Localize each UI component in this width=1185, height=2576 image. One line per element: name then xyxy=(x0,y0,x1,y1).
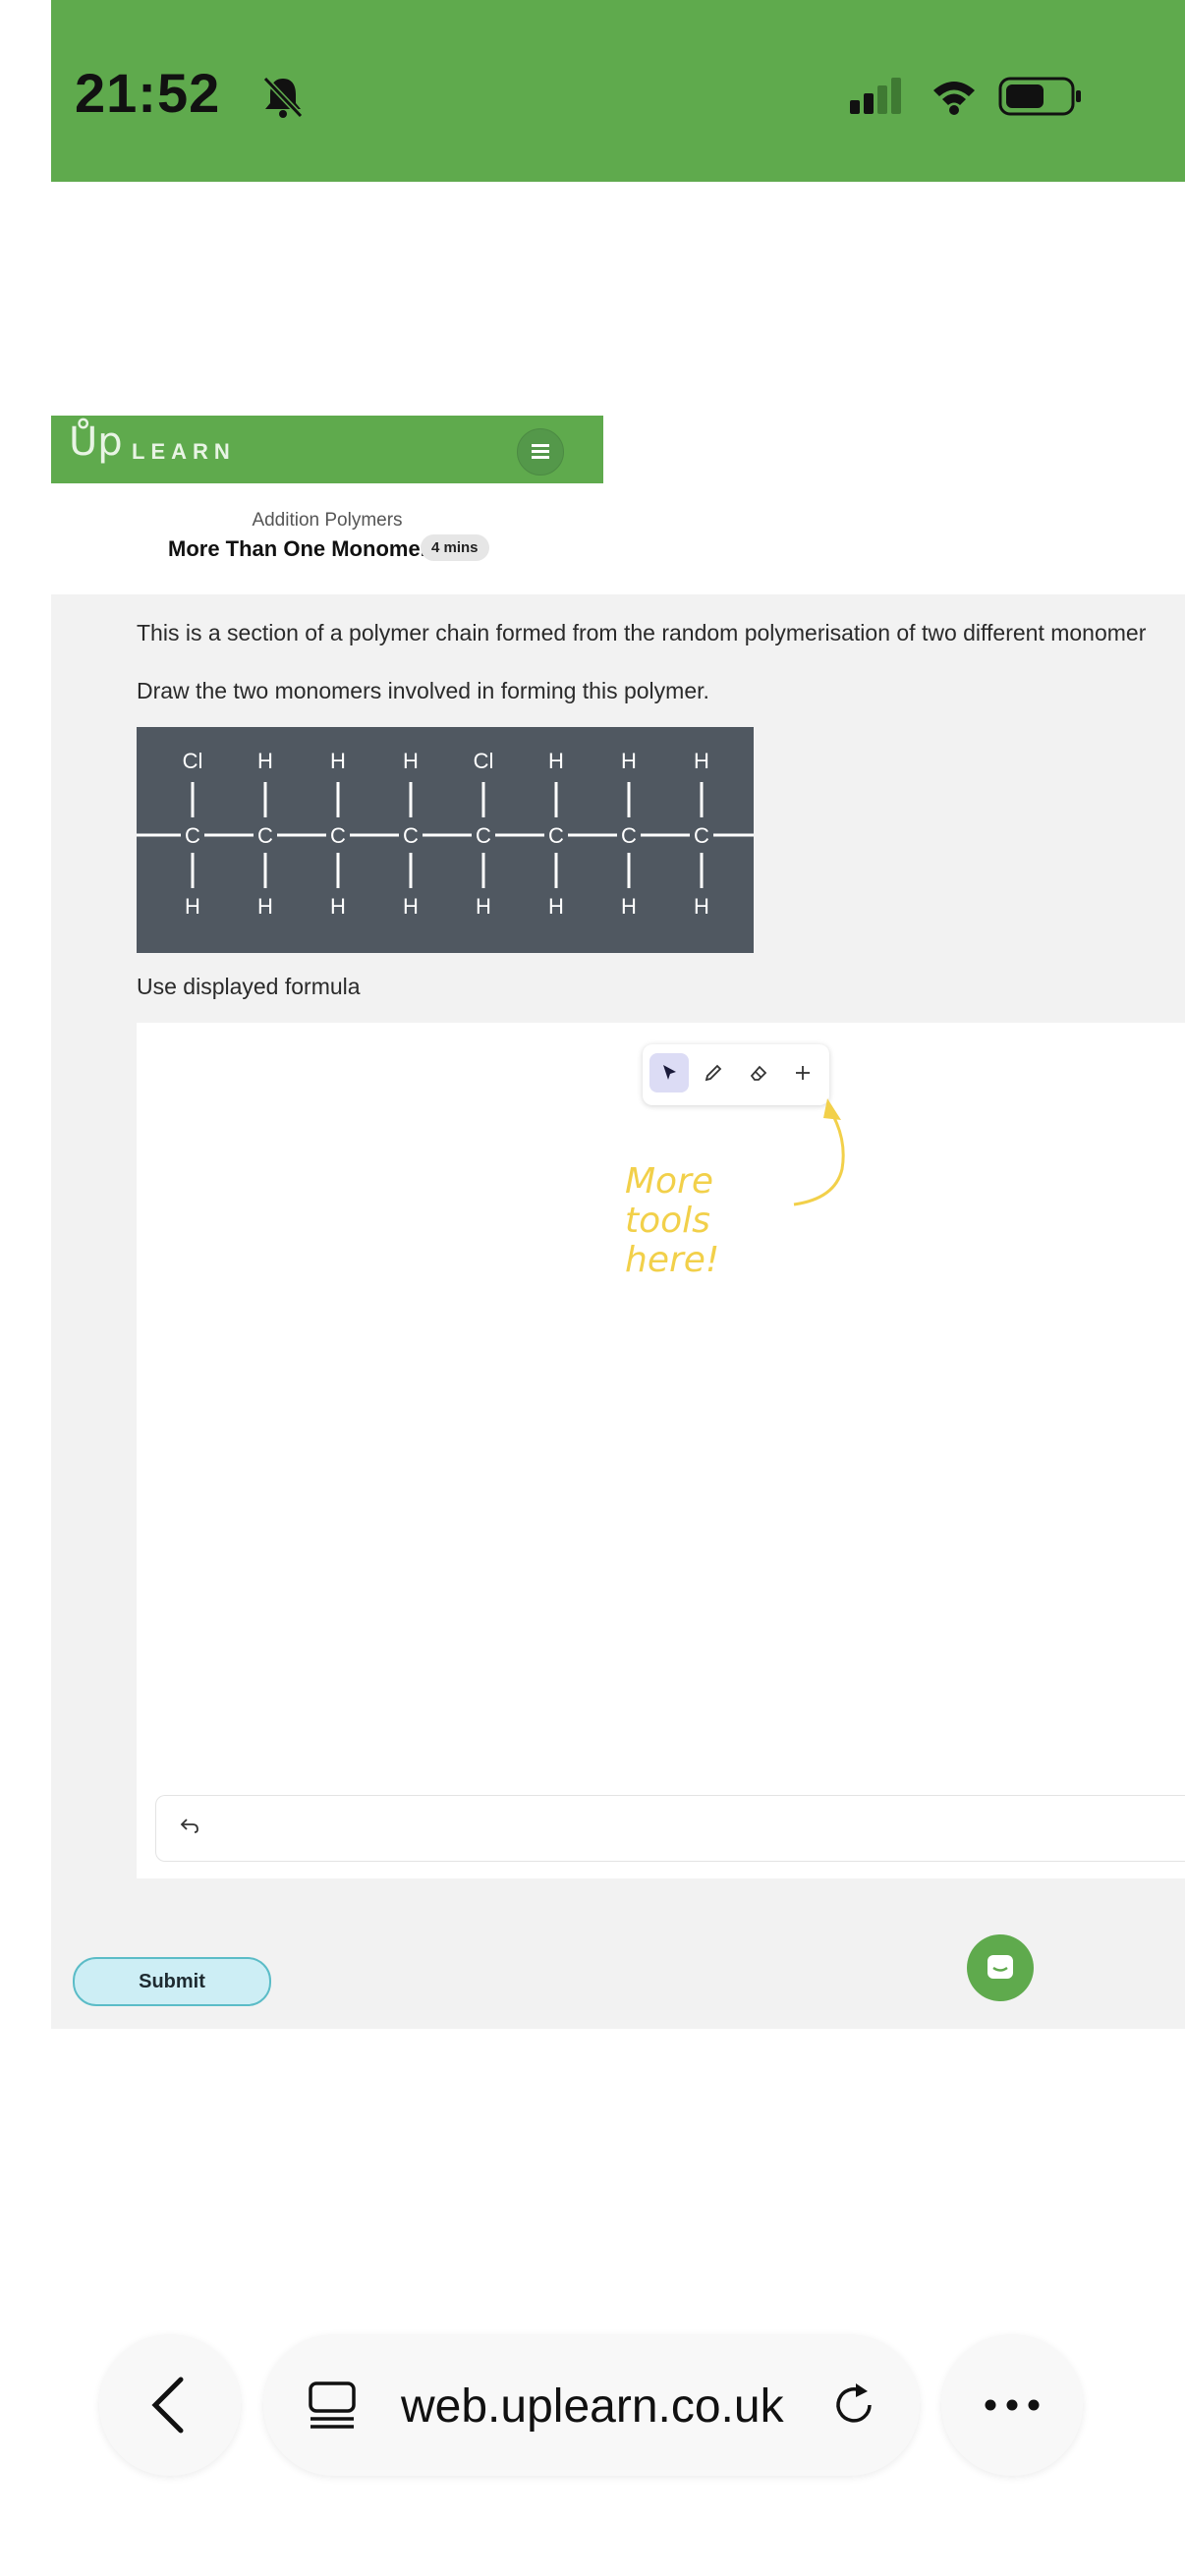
atom-top: H xyxy=(621,749,637,773)
atom-top: H xyxy=(257,749,273,773)
pencil-icon xyxy=(705,1064,722,1082)
address-bar[interactable]: web.uplearn.co.uk xyxy=(263,2334,920,2476)
canvas-bottom-bar xyxy=(155,1795,1185,1862)
url-text: web.uplearn.co.uk xyxy=(401,2380,784,2433)
atom-top: H xyxy=(694,749,709,773)
atom-carbon: C xyxy=(476,823,491,848)
bell-slash-icon xyxy=(262,76,304,119)
logo-mark: Ůp xyxy=(69,420,123,465)
ellipsis-icon xyxy=(985,2399,1040,2411)
lesson-title: More Than One Monomer xyxy=(168,536,429,561)
undo-icon xyxy=(180,1819,198,1833)
eraser-tool-button[interactable] xyxy=(739,1053,778,1092)
hint-line: tools xyxy=(625,1201,710,1241)
atom-carbon: C xyxy=(403,823,419,848)
status-time: 21:52 xyxy=(75,62,221,124)
atom-bottom: H xyxy=(694,894,709,919)
battery-icon xyxy=(998,77,1081,116)
atom-top: H xyxy=(330,749,346,773)
polymer-structure-image: Cl C H H C H H C H H C H Cl C H H C H H C H H C H xyxy=(137,727,754,953)
wifi-icon xyxy=(933,82,975,115)
chevron-left-icon xyxy=(151,2377,184,2434)
app-header: Ůp LEARN xyxy=(51,416,603,483)
question-instruction: Draw the two monomers involved in formin… xyxy=(137,678,709,703)
eraser-icon xyxy=(750,1065,767,1081)
tabs-icon xyxy=(309,2381,356,2429)
more-tools-hint: More tools here! xyxy=(625,1162,719,1280)
atom-top: H xyxy=(548,749,564,773)
atom-carbon: C xyxy=(257,823,273,848)
hint-text: Use displayed formula xyxy=(137,974,361,999)
atom-bottom: H xyxy=(330,894,346,919)
logo-text: LEARN xyxy=(132,439,236,464)
chat-icon xyxy=(988,1955,1013,1979)
browser-toolbar: web.uplearn.co.uk xyxy=(0,2334,1185,2478)
more-options-button[interactable] xyxy=(941,2334,1083,2476)
hint-arrow-icon xyxy=(793,1098,845,1206)
select-tool-button[interactable] xyxy=(649,1053,689,1092)
pen-tool-button[interactable] xyxy=(694,1053,733,1092)
cursor-icon xyxy=(663,1065,676,1080)
drawing-canvas[interactable] xyxy=(137,1023,1185,1878)
atom-carbon: C xyxy=(330,823,346,848)
atom-bottom: H xyxy=(185,894,200,919)
chat-button[interactable] xyxy=(967,1934,1034,2001)
question-text: This is a section of a polymer chain for… xyxy=(137,620,1147,645)
atom-top: Cl xyxy=(183,749,203,773)
atom-bottom: H xyxy=(548,894,564,919)
submit-button[interactable]: Submit xyxy=(73,1957,271,2006)
atom-top: H xyxy=(403,749,419,773)
atom-bottom: H xyxy=(476,894,491,919)
plus-icon xyxy=(796,1066,810,1080)
atom-carbon: C xyxy=(185,823,200,848)
atom-bottom: H xyxy=(403,894,419,919)
more-tools-button[interactable] xyxy=(783,1053,822,1092)
hint-line: More xyxy=(625,1161,714,1202)
hint-line: here! xyxy=(625,1240,720,1280)
hamburger-icon xyxy=(532,444,549,459)
back-button[interactable] xyxy=(99,2334,241,2476)
breadcrumb-course[interactable]: Addition Polymers xyxy=(0,510,654,532)
reload-icon[interactable] xyxy=(828,2380,879,2431)
atom-bottom: H xyxy=(621,894,637,919)
menu-button[interactable] xyxy=(517,428,564,476)
atom-carbon: C xyxy=(548,823,564,848)
atom-carbon: C xyxy=(621,823,637,848)
undo-button[interactable] xyxy=(178,1814,201,1843)
atom-carbon: C xyxy=(694,823,709,848)
atom-bottom: H xyxy=(257,894,273,919)
signal-icon xyxy=(850,78,901,114)
atom-top: Cl xyxy=(474,749,494,773)
duration-badge: 4 mins xyxy=(421,534,489,561)
